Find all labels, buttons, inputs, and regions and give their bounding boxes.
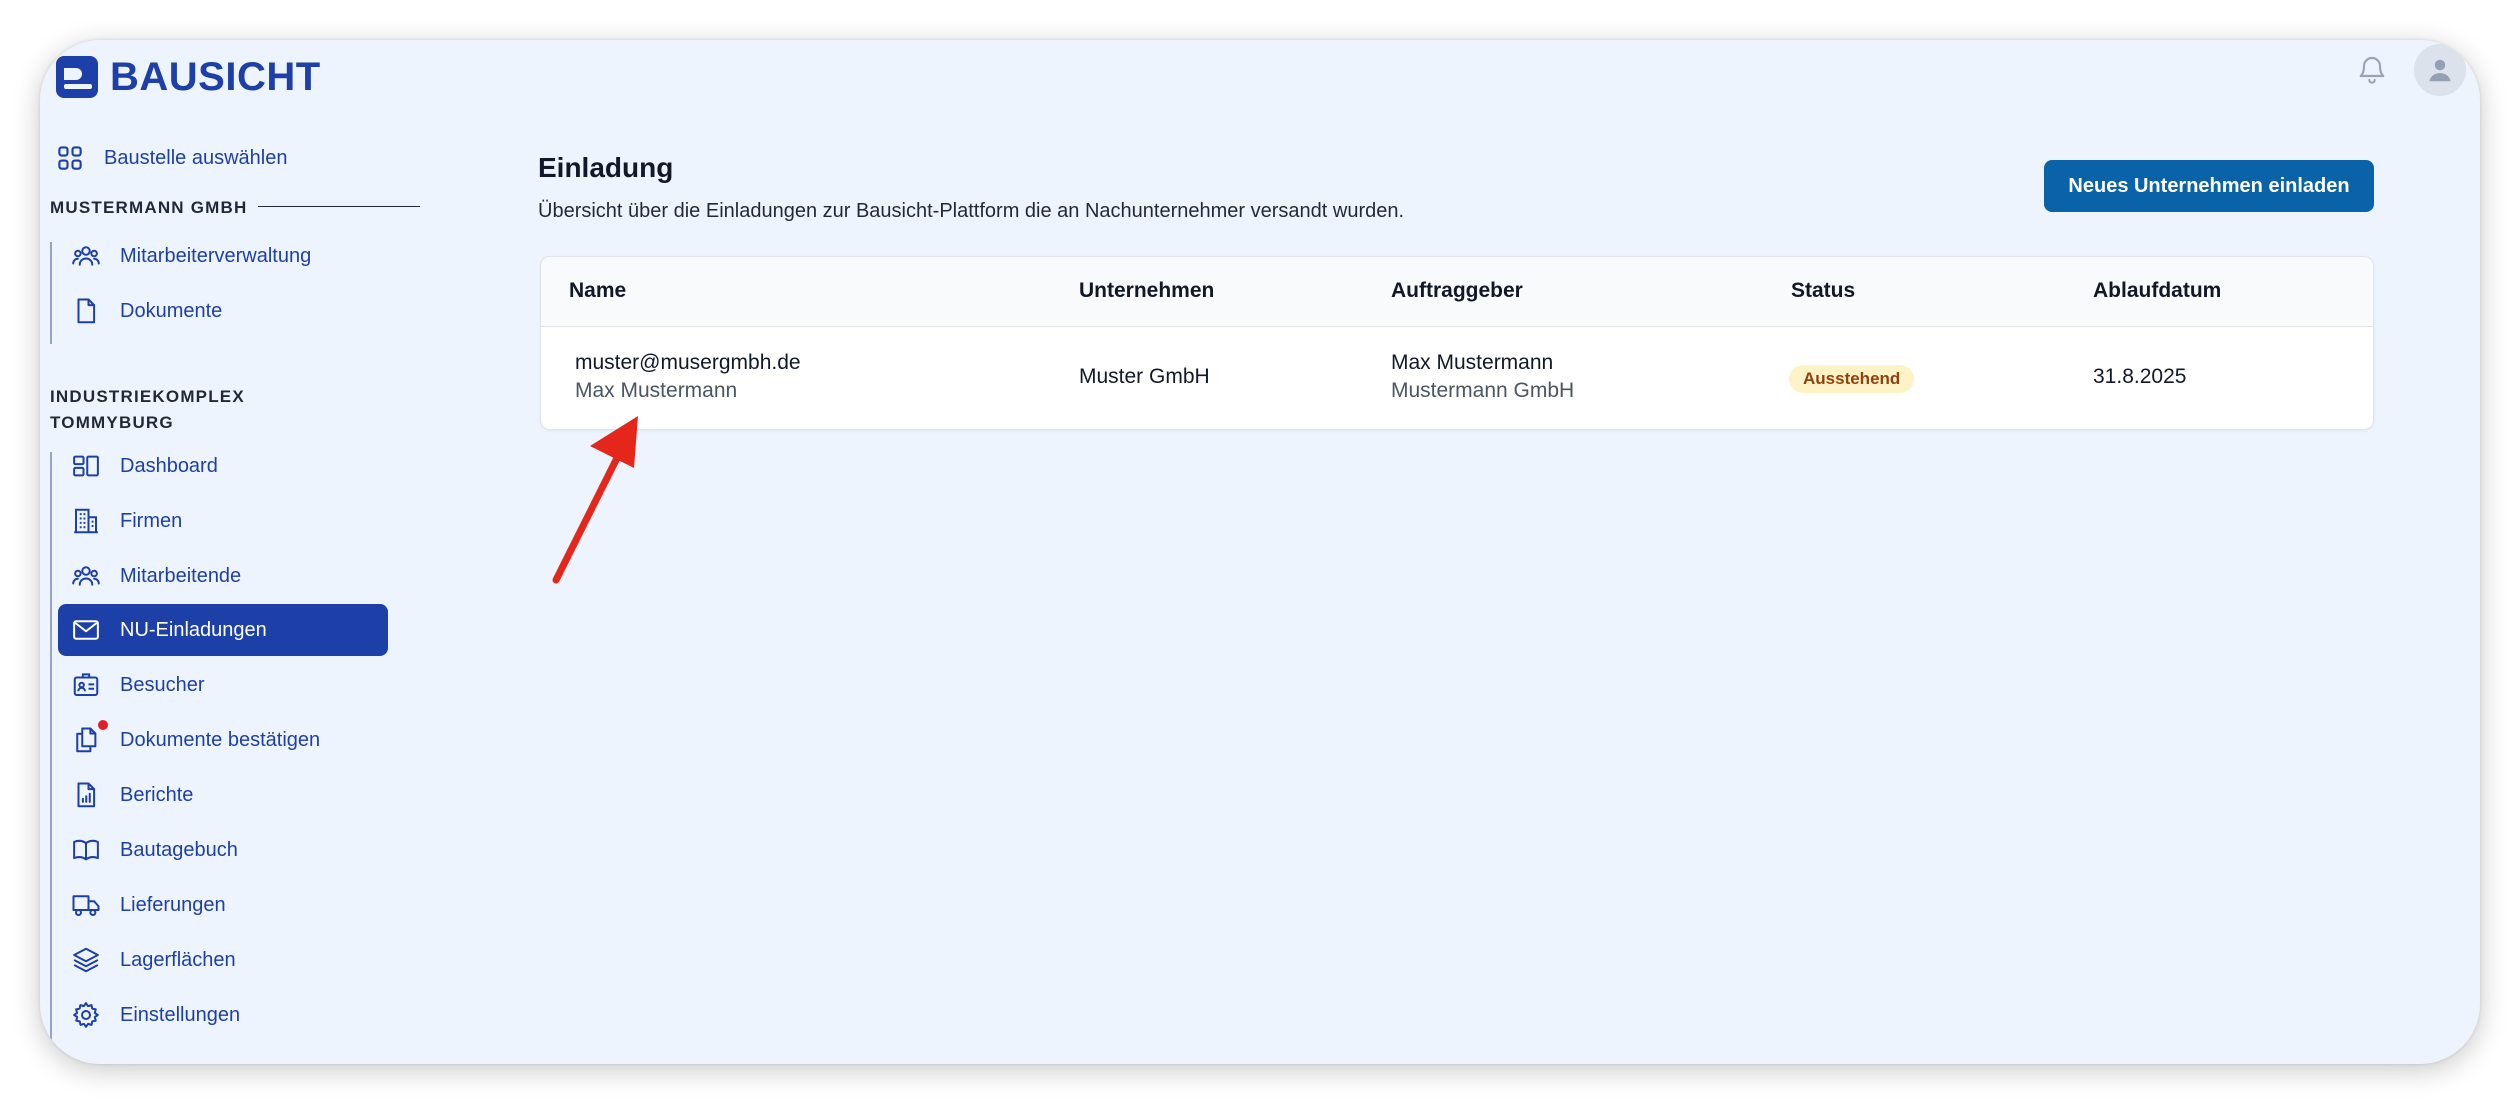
sidebar-item-label: Lieferungen [120, 893, 226, 916]
sidebar-item-label: Besucher [120, 673, 205, 696]
dashboard-icon [70, 450, 102, 482]
sidebar-item-mitarbeiterverwaltung[interactable]: Mitarbeiterverwaltung [70, 230, 311, 282]
invitee-name: Max Mustermann [575, 379, 738, 402]
sidebar-item-label: Lagerflächen [120, 948, 236, 971]
table-row[interactable]: muster@musergmbh.de Max Mustermann Muste… [541, 327, 2373, 429]
sidebar-item-label: NU-Einladungen [120, 618, 267, 641]
project-nav-guide [50, 452, 52, 1064]
sidebar-item-dokumente[interactable]: Dokumente [70, 285, 222, 337]
column-header-name[interactable]: Name [569, 279, 626, 303]
users-icon [70, 240, 102, 272]
sidebar: Baustelle auswählen MUSTERMANN GMBH Mita… [40, 40, 420, 1064]
sidebar-item-bautagebuch[interactable]: Bautagebuch [70, 824, 238, 876]
column-header-expiry[interactable]: Ablaufdatum [2093, 279, 2221, 303]
sidebar-item-besucher[interactable]: Besucher [70, 659, 205, 711]
documents-icon [70, 720, 108, 756]
project-section-line2: TOMMYBURG [50, 413, 174, 432]
table-header: Name Unternehmen Auftraggeber Status Abl… [541, 257, 2373, 327]
sidebar-item-dokumente-bestaetigen[interactable]: Dokumente bestätigen [70, 714, 320, 766]
company-nav-guide [50, 242, 52, 344]
invitations-table: Name Unternehmen Auftraggeber Status Abl… [540, 256, 2374, 430]
app-window: BAUSICHT Baustelle auswählen MUSTERMANN … [40, 40, 2480, 1064]
layers-icon [70, 944, 102, 976]
sidebar-item-mitarbeitende[interactable]: Mitarbeitende [70, 550, 241, 602]
report-icon [70, 779, 102, 811]
status-badge: Ausstehend [1789, 365, 1915, 393]
sidebar-item-label: Dokumente [120, 299, 223, 322]
company-name: Muster GmbH [1079, 365, 1210, 388]
sidebar-item-berichte[interactable]: Berichte [70, 769, 193, 821]
company-section-heading: MUSTERMANN GMBH [50, 198, 248, 217]
select-site-label: Baustelle auswählen [104, 146, 288, 169]
sidebar-item-einstellungen[interactable]: Einstellungen [70, 989, 240, 1041]
sidebar-item-label: Dashboard [120, 454, 218, 477]
client-name: Max Mustermann [1391, 351, 1554, 374]
invite-company-button[interactable]: Neues Unternehmen einladen [2044, 160, 2374, 212]
grid-icon [54, 142, 86, 174]
sidebar-item-label: Mitarbeitende [120, 564, 242, 587]
book-icon [70, 834, 102, 866]
column-header-client[interactable]: Auftraggeber [1391, 279, 1523, 303]
users-icon [70, 560, 102, 592]
sidebar-item-firmen[interactable]: Firmen [70, 495, 182, 547]
truck-icon [70, 889, 102, 921]
invitee-email: muster@musergmbh.de [575, 351, 801, 374]
building-icon [70, 505, 102, 537]
section-divider [258, 206, 420, 207]
user-avatar[interactable] [2414, 44, 2466, 96]
project-section-line1: INDUSTRIEKOMPLEX [50, 387, 245, 406]
topbar-actions [2356, 44, 2466, 96]
envelope-icon [70, 614, 102, 646]
column-header-status[interactable]: Status [1791, 279, 1855, 303]
project-section-heading: INDUSTRIEKOMPLEX TOMMYBURG [50, 384, 245, 436]
visitor-badge-icon [70, 669, 102, 701]
page-title: Einladung [538, 152, 674, 183]
document-icon [70, 295, 102, 327]
sidebar-item-label: Berichte [120, 783, 194, 806]
user-icon [2429, 59, 2451, 82]
bell-icon[interactable] [2356, 54, 2388, 86]
column-header-company[interactable]: Unternehmen [1079, 279, 1214, 303]
expiry-date: 31.8.2025 [2093, 365, 2187, 388]
sidebar-item-label: Dokumente bestätigen [120, 728, 321, 751]
sidebar-item-label: Mitarbeiterverwaltung [120, 244, 312, 267]
sidebar-item-lieferungen[interactable]: Lieferungen [70, 879, 226, 931]
notification-dot [98, 720, 108, 730]
client-company: Mustermann GmbH [1391, 379, 1575, 402]
sidebar-item-lagerflaechen[interactable]: Lagerflächen [70, 934, 236, 986]
sidebar-item-label: Einstellungen [120, 1003, 241, 1026]
sidebar-item-label: Firmen [120, 509, 183, 532]
page-subtitle: Übersicht über die Einladungen zur Bausi… [538, 200, 1405, 222]
gear-icon [70, 999, 102, 1031]
sidebar-item-nu-einladungen[interactable]: NU-Einladungen [58, 604, 388, 656]
select-site-link[interactable]: Baustelle auswählen [54, 132, 287, 184]
sidebar-item-label: Bautagebuch [120, 838, 238, 861]
sidebar-item-dashboard[interactable]: Dashboard [70, 440, 218, 492]
